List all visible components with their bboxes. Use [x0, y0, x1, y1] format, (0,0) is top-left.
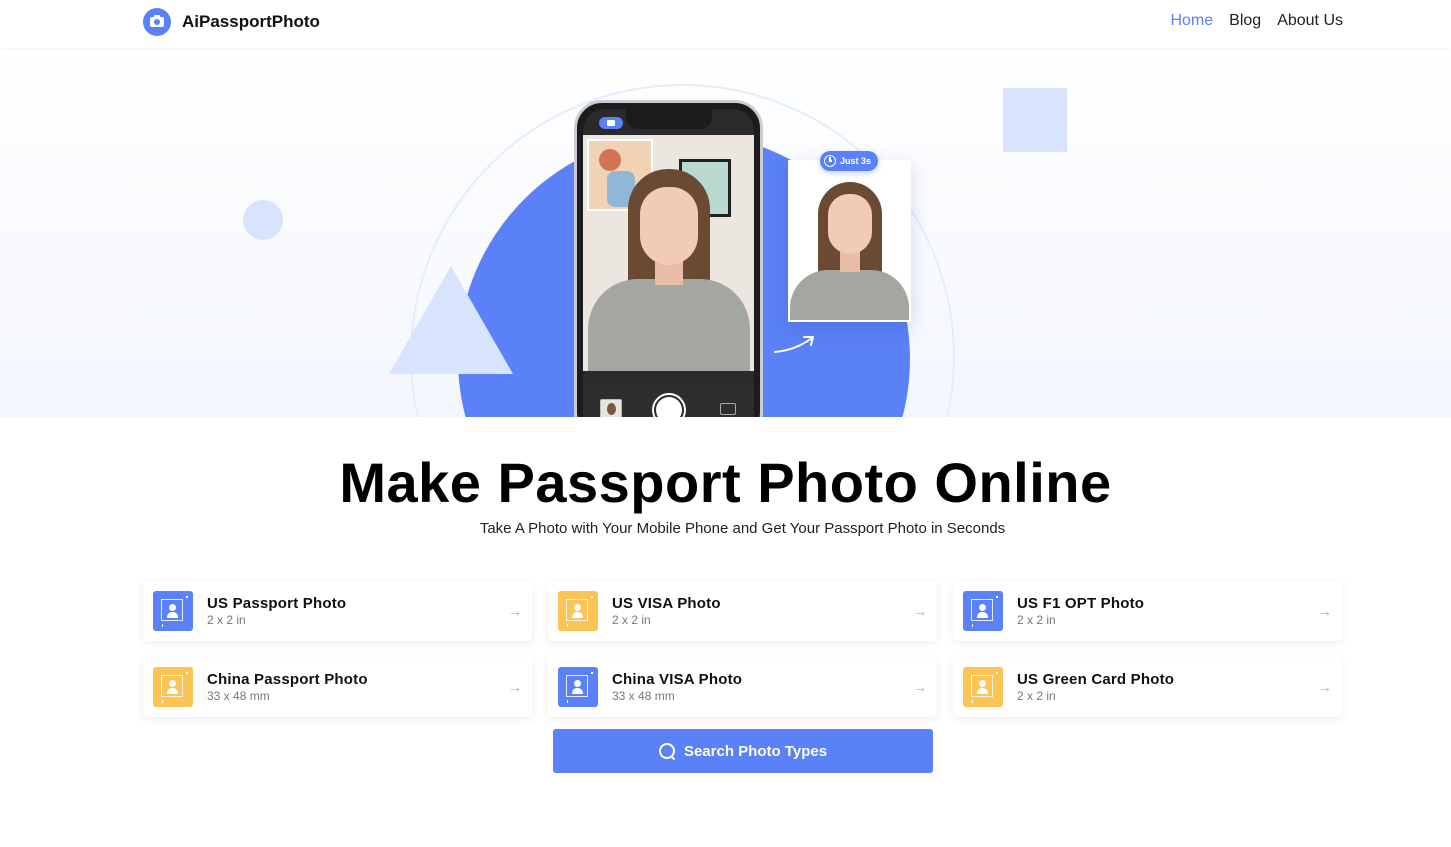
card-title: China Passport Photo	[207, 671, 368, 688]
card-size: 2 x 2 in	[612, 613, 651, 627]
brand-name: AiPassportPhoto	[182, 12, 320, 31]
phone-mockup	[574, 100, 763, 417]
passport-photo-result	[788, 160, 911, 322]
photo-type-card-us-f1-opt[interactable]: US F1 OPT Photo 2 x 2 in →	[953, 581, 1342, 641]
decorative-triangle	[389, 266, 513, 374]
card-size: 2 x 2 in	[1017, 689, 1056, 703]
id-photo-icon	[963, 667, 1003, 707]
card-size: 33 x 48 mm	[612, 689, 675, 703]
subject-portrait	[584, 161, 754, 371]
camera-mode-icon	[599, 117, 623, 129]
arrow-right-icon: →	[508, 679, 522, 695]
card-title: China VISA Photo	[612, 671, 743, 688]
nav-blog[interactable]: Blog	[1229, 12, 1261, 30]
card-size: 2 x 2 in	[207, 613, 246, 627]
brand-logo[interactable]: AiPassportPhoto	[143, 8, 320, 36]
camera-icon	[143, 8, 171, 36]
hero-illustration: Just 3s	[0, 48, 1451, 417]
card-title: US Passport Photo	[207, 595, 347, 612]
card-size: 2 x 2 in	[1017, 613, 1056, 627]
photo-type-card-us-visa[interactable]: US VISA Photo 2 x 2 in →	[548, 581, 937, 641]
page-title: Make Passport Photo Online	[339, 451, 1112, 514]
id-photo-icon	[558, 591, 598, 631]
search-button-label: Search Photo Types	[683, 742, 828, 760]
arrow-right-icon: →	[1318, 679, 1332, 695]
flip-camera-icon	[720, 403, 736, 415]
photo-type-card-china-passport[interactable]: China Passport Photo 33 x 48 mm →	[143, 657, 532, 717]
time-badge-label: Just 3s	[840, 156, 872, 166]
nav-home[interactable]: Home	[1170, 12, 1213, 30]
phone-notch	[625, 109, 712, 129]
arrow-right-icon: →	[913, 603, 927, 619]
camera-controls	[583, 385, 754, 417]
phone-screen	[583, 109, 754, 417]
photo-type-grid: US Passport Photo 2 x 2 in → US VISA Pho…	[143, 581, 1343, 717]
curved-arrow-icon	[774, 336, 814, 353]
id-photo-icon	[153, 591, 193, 631]
shutter-button-icon	[651, 393, 686, 417]
card-title: US F1 OPT Photo	[1017, 595, 1145, 612]
page-subtitle: Take A Photo with Your Mobile Phone and …	[479, 520, 1006, 537]
clock-icon	[824, 155, 836, 167]
gallery-thumbnail	[600, 399, 622, 417]
nav-about-us[interactable]: About Us	[1277, 12, 1343, 30]
site-header: AiPassportPhoto Home Blog About Us	[0, 0, 1451, 48]
search-photo-types-button[interactable]: Search Photo Types	[553, 729, 933, 773]
photo-type-card-us-passport[interactable]: US Passport Photo 2 x 2 in →	[143, 581, 532, 641]
decorative-small-circle	[243, 200, 283, 240]
photo-type-card-us-green-card[interactable]: US Green Card Photo 2 x 2 in →	[953, 657, 1342, 717]
photo-type-card-china-visa[interactable]: China VISA Photo 33 x 48 mm →	[548, 657, 937, 717]
arrow-right-icon: →	[1318, 603, 1332, 619]
time-badge: Just 3s	[820, 151, 879, 171]
id-photo-icon	[963, 591, 1003, 631]
id-photo-icon	[153, 667, 193, 707]
card-title: US Green Card Photo	[1017, 671, 1175, 688]
card-size: 33 x 48 mm	[207, 689, 270, 703]
decorative-square	[1003, 88, 1067, 152]
arrow-right-icon: →	[913, 679, 927, 695]
main-nav: Home Blog About Us	[1170, 12, 1343, 30]
arrow-right-icon: →	[508, 603, 522, 619]
card-title: US VISA Photo	[612, 595, 721, 612]
search-icon	[658, 743, 675, 759]
camera-viewfinder	[583, 135, 754, 371]
id-photo-icon	[558, 667, 598, 707]
